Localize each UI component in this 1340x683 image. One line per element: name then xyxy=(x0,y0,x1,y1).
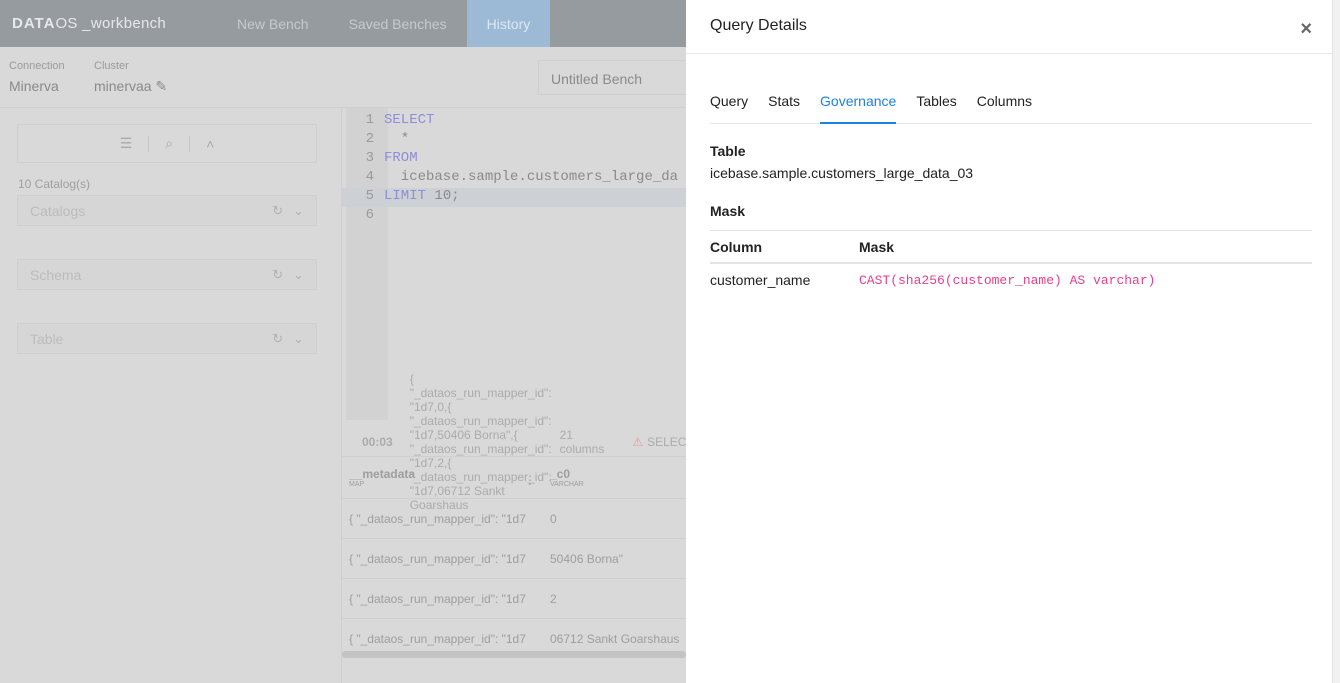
mask-header: Mask xyxy=(859,238,895,255)
tab-tables[interactable]: Tables xyxy=(916,88,956,124)
column-menu-icon[interactable]: ⋮ xyxy=(524,473,536,487)
tab-query[interactable]: Query xyxy=(710,88,748,124)
chevron-down-icon: ⌄ xyxy=(293,266,304,282)
results-status-bar: 00:03 { "_dataos_run_mapper_id": "1d7,0,… xyxy=(342,372,730,512)
edit-icon[interactable]: ✎ xyxy=(155,78,167,94)
menu-icon[interactable]: ☰ xyxy=(120,135,133,152)
connection-value: Minerva xyxy=(9,78,59,94)
mask-expression: CAST(sha256(customer_name) AS varchar) xyxy=(859,272,1156,288)
chevron-down-icon: ⌄ xyxy=(293,330,304,346)
grid-header: __metadata MAP ⋮ _c0 VARCHAR xyxy=(342,457,686,499)
vertical-scrollbar[interactable] xyxy=(1332,0,1340,683)
column-name: customer_name xyxy=(710,272,811,288)
sidebar: ☰ ⌕ ˄ 10 Catalog(s) Catalogs ↻ ⌄ Schema ↻ ⌄ … xyxy=(0,108,342,683)
column-count: 21 columns xyxy=(559,427,605,456)
cluster-info: Cluster minervaa ✎ xyxy=(94,60,167,95)
table-value: icebase.sample.customers_large_data_03 xyxy=(710,165,974,181)
panel-tabs: Query Stats Governance Tables Columns xyxy=(710,88,1312,124)
close-icon[interactable]: × xyxy=(1300,18,1312,41)
query-details-panel: Query Details × Query Stats Governance T… xyxy=(686,0,1340,683)
table-row: { "_dataos_run_mapper_id": "1d7 2 xyxy=(342,579,686,619)
refresh-icon: ↻ xyxy=(272,330,284,346)
nav-new-bench[interactable]: New Bench xyxy=(217,0,329,47)
cluster-value: minervaa xyxy=(94,78,152,94)
panel-title: Query Details xyxy=(710,17,807,34)
nav-history[interactable]: History xyxy=(466,0,551,47)
bench-name-input[interactable]: Untitled Bench xyxy=(538,60,698,95)
sidebar-toolbar: ☰ ⌕ ˄ xyxy=(17,124,317,163)
tab-columns[interactable]: Columns xyxy=(977,88,1032,124)
mask-heading: Mask xyxy=(710,203,746,219)
query-time: 00:03 xyxy=(362,434,393,449)
nav-saved-benches[interactable]: Saved Benches xyxy=(329,0,467,47)
table-row: { "_dataos_run_mapper_id": "1d7 50406 Bor… xyxy=(342,539,686,579)
tab-stats[interactable]: Stats xyxy=(768,88,800,124)
catalogs-select[interactable]: Catalogs ↻ ⌄ xyxy=(17,195,317,226)
connection-label: Connection xyxy=(9,60,65,72)
refresh-icon: ↻ xyxy=(272,202,284,218)
table-row: { "_dataos_run_mapper_id": "1d7 0 xyxy=(342,499,686,539)
cluster-label: Cluster xyxy=(94,60,129,72)
schema-select[interactable]: Schema ↻ ⌄ xyxy=(17,259,317,290)
table-select[interactable]: Table ↻ ⌄ xyxy=(17,323,317,354)
warning-icon: ⚠ xyxy=(632,434,644,449)
results-grid: __metadata MAP ⋮ _c0 VARCHAR { "_dataos_run… xyxy=(342,457,686,659)
column-header: Column xyxy=(710,238,763,255)
chevron-down-icon: ⌄ xyxy=(293,202,304,218)
mask-table: Column Mask customer_name CAST(sha256(cust… xyxy=(710,230,1312,296)
horizontal-scrollbar[interactable] xyxy=(342,651,686,658)
table-row: customer_name CAST(sha256(customer_name) … xyxy=(710,264,1312,296)
chevron-up-icon[interactable]: ˄ xyxy=(206,136,214,152)
search-icon[interactable]: ⌕ xyxy=(165,135,173,152)
table-heading: Table xyxy=(710,143,746,159)
connection-info: Connection Minerva xyxy=(9,60,65,94)
refresh-icon: ↻ xyxy=(272,266,284,282)
tab-governance[interactable]: Governance xyxy=(820,88,897,124)
logo: DATAOS _workbench xyxy=(12,15,167,32)
catalog-count: 10 Catalog(s) xyxy=(18,177,91,191)
